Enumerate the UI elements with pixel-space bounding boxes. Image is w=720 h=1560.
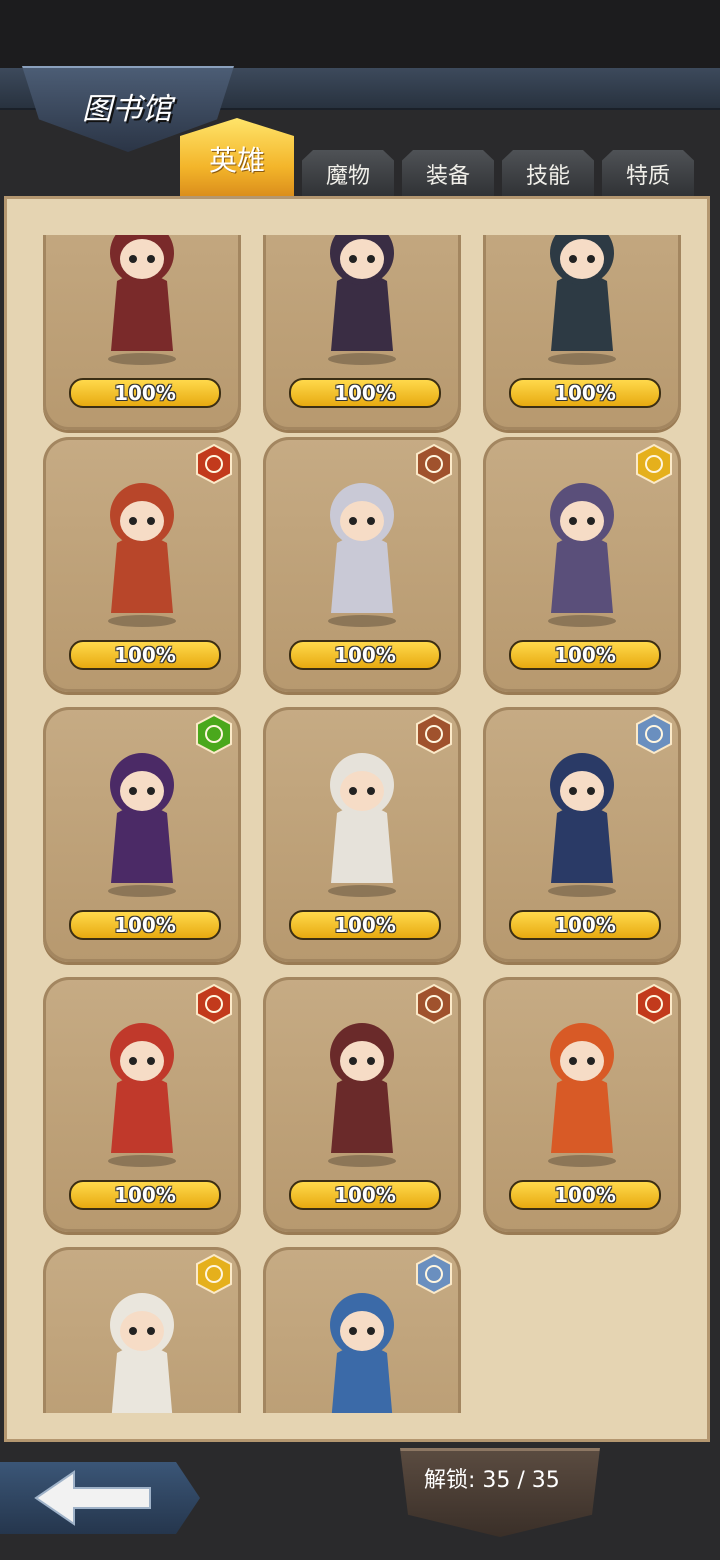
hero-card[interactable]: 100%: [263, 235, 461, 430]
light-element-icon: [636, 443, 672, 485]
hero-card[interactable]: 100%: [263, 977, 461, 1232]
completion-percent: 100%: [69, 1180, 221, 1210]
earth-element-icon: [416, 443, 452, 485]
hero-card[interactable]: 100%: [43, 235, 241, 430]
hero-portrait: [108, 1023, 176, 1167]
fire-element-icon: [196, 983, 232, 1025]
fire-element-icon: [636, 983, 672, 1025]
nature-element-icon: [196, 713, 232, 755]
hero-portrait: [328, 1023, 396, 1167]
tab-traits[interactable]: 特质: [602, 150, 694, 198]
library-panel: 100% 100% 100% 100% 100% 100% 100% 100% 100% 100%…: [4, 196, 710, 1442]
completion-percent: 100%: [509, 910, 661, 940]
hero-portrait: [548, 1023, 616, 1167]
hero-card[interactable]: 100%: [43, 437, 241, 692]
hero-portrait: [548, 753, 616, 897]
earth-element-icon: [416, 983, 452, 1025]
completion-percent: 100%: [289, 1180, 441, 1210]
hero-card[interactable]: [43, 1247, 241, 1413]
completion-percent: 100%: [289, 640, 441, 670]
completion-percent: 100%: [289, 910, 441, 940]
completion-percent: 100%: [509, 378, 661, 408]
tab-monsters[interactable]: 魔物: [302, 150, 394, 198]
earth-element-icon: [416, 713, 452, 755]
water-element-icon: [416, 1253, 452, 1295]
back-arrow-icon: [34, 1470, 151, 1526]
top-strip: [0, 0, 720, 70]
hero-card[interactable]: 100%: [483, 437, 681, 692]
completion-percent: 100%: [509, 1180, 661, 1210]
completion-percent: 100%: [289, 378, 441, 408]
tab-heroes[interactable]: 英雄: [180, 118, 294, 200]
hero-card[interactable]: 100%: [483, 977, 681, 1232]
completion-percent: 100%: [509, 640, 661, 670]
hero-portrait: [108, 753, 176, 897]
completion-percent: 100%: [69, 640, 221, 670]
water-element-icon: [636, 713, 672, 755]
hero-portrait: [548, 483, 616, 627]
hero-portrait: [108, 235, 176, 365]
hero-card[interactable]: 100%: [43, 977, 241, 1232]
fire-element-icon: [196, 443, 232, 485]
unlock-count: 解锁: 35 / 35: [424, 1468, 560, 1493]
tab-skills[interactable]: 技能: [502, 150, 594, 198]
page-title: 图书馆: [82, 92, 172, 127]
hero-card[interactable]: 100%: [483, 235, 681, 430]
completion-percent: 100%: [69, 378, 221, 408]
light-element-icon: [196, 1253, 232, 1295]
hero-portrait: [328, 753, 396, 897]
hero-card[interactable]: 100%: [483, 707, 681, 962]
hero-card[interactable]: 100%: [43, 707, 241, 962]
hero-portrait: [328, 235, 396, 365]
hero-portrait: [108, 483, 176, 627]
hero-portrait: [548, 235, 616, 365]
hero-grid[interactable]: 100% 100% 100% 100% 100% 100% 100% 100% 100% 100%…: [27, 235, 691, 1413]
hero-portrait: [110, 1293, 174, 1413]
hero-portrait: [328, 483, 396, 627]
completion-percent: 100%: [69, 910, 221, 940]
hero-portrait: [330, 1293, 394, 1413]
hero-card[interactable]: 100%: [263, 437, 461, 692]
back-button[interactable]: [0, 1462, 200, 1534]
hero-card[interactable]: 100%: [263, 707, 461, 962]
hero-card[interactable]: [263, 1247, 461, 1413]
tab-equipment[interactable]: 装备: [402, 150, 494, 198]
